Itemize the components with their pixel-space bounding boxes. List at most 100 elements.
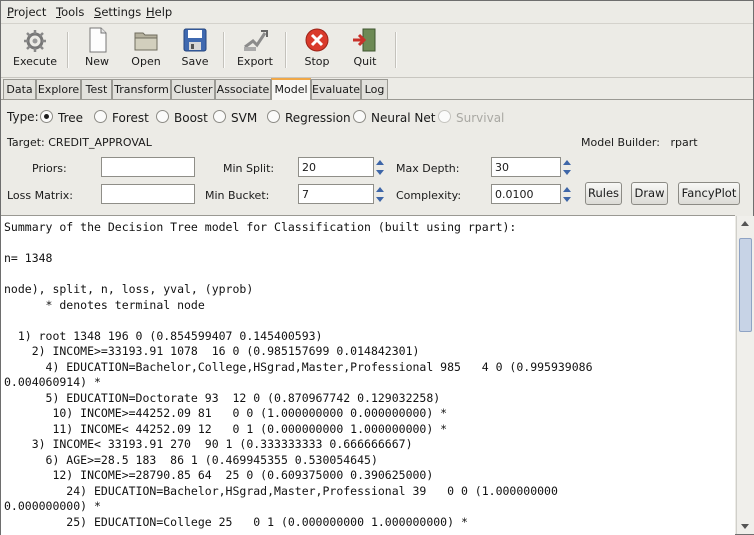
output-line: 10) INCOME>=44252.09 81 0 0 (1.000000000… [4,406,448,420]
output-line: 24) EDUCATION=Bachelor,HSgrad,Master,Pro… [4,483,558,498]
vertical-scrollbar[interactable] [736,216,754,534]
output-line: node), split, n, loss, yval, (yprob) [4,282,254,296]
radio-unselected-icon [94,110,107,123]
complexity-label: Complexity: [396,189,462,202]
execute-button[interactable]: Execute [9,26,61,74]
toolbar-separator [223,32,225,68]
tab-bar: Data Explore Test Transform Cluster Asso… [1,77,753,100]
tab-associate[interactable]: Associate [215,79,271,99]
arrow-up-icon[interactable] [376,187,384,192]
min-split-input[interactable]: 20 [298,157,374,177]
output-line: 25) EDUCATION=College 25 0 1 (0.00000000… [4,514,468,529]
fancyplot-button[interactable]: FancyPlot [678,182,740,205]
min-split-label: Min Split: [223,162,275,175]
gear-icon [24,30,46,52]
rattle-window: Project Tools Settings Help Execute New … [0,0,754,535]
export-button[interactable]: Export [234,26,276,74]
min-split-stepper[interactable] [374,157,385,179]
max-depth-stepper[interactable] [561,157,572,179]
radio-regression[interactable]: Regression [267,110,351,125]
radio-boost[interactable]: Boost [156,110,208,125]
toolbar-separator [67,32,69,68]
arrow-down-icon[interactable] [376,197,384,202]
tab-log[interactable]: Log [361,79,388,99]
max-depth-input[interactable]: 30 [491,157,561,177]
output-line: n= 1348 [4,251,53,265]
save-button[interactable]: Save [176,26,214,74]
priors-label: Priors: [32,162,67,175]
scroll-up-icon[interactable] [741,221,749,226]
loss-matrix-input[interactable] [101,184,195,204]
target-value: CREDIT_APPROVAL [48,136,152,149]
draw-button[interactable]: Draw [631,182,668,205]
output-line: Summary of the Decision Tree model for C… [4,220,517,234]
max-depth-label: Max Depth: [396,162,460,175]
rules-button[interactable]: Rules [585,182,622,205]
model-summary-text: Summary of the Decision Tree model for C… [1,216,735,530]
arrow-up-icon[interactable] [563,160,571,165]
output-line: 1) root 1348 196 0 (0.854599407 0.145400… [4,328,323,343]
open-button[interactable]: Open [127,26,165,74]
radio-unselected-icon [156,110,169,123]
export-icon [244,30,268,51]
tab-test[interactable]: Test [81,79,112,99]
exit-door-icon [353,28,376,52]
arrow-down-icon[interactable] [563,197,571,202]
radio-unselected-icon [213,110,226,123]
model-output-textview[interactable]: Summary of the Decision Tree model for C… [1,215,735,535]
target-label: Target: CREDIT_APPROVAL [7,136,152,149]
radio-unselected-icon [267,110,280,123]
scroll-down-icon[interactable] [741,524,749,529]
complexity-stepper[interactable] [561,184,572,206]
menu-help[interactable]: Help [146,5,172,19]
arrow-down-icon[interactable] [376,170,384,175]
stop-icon [305,28,329,52]
output-line: 4) EDUCATION=Bachelor,College,HSgrad,Mas… [4,359,593,374]
output-line: * denotes terminal node [4,297,205,312]
tab-model[interactable]: Model [271,78,311,100]
scrollbar-thumb[interactable] [739,238,752,332]
output-line: 0.000000000) * [4,499,101,513]
radio-svm[interactable]: SVM [213,110,257,125]
menu-tools[interactable]: Tools [56,5,84,19]
model-builder: Model Builder: rpart [581,136,698,149]
radio-survival: Survival [438,110,504,125]
menubar: Project Tools Settings Help [1,1,753,22]
output-line: 2) INCOME>=33193.91 1078 16 0 (0.9851576… [4,344,420,358]
tab-cluster[interactable]: Cluster [171,79,215,99]
radio-forest[interactable]: Forest [94,110,149,125]
tab-data[interactable]: Data [3,79,36,99]
menu-settings[interactable]: Settings [94,5,141,19]
model-builder-value: rpart [670,136,698,149]
radio-tree[interactable]: Tree [40,110,83,125]
complexity-input[interactable]: 0.0100 [491,184,561,204]
menu-project[interactable]: Project [7,5,46,19]
stop-button[interactable]: Stop [299,26,335,74]
new-button[interactable]: New [79,26,115,74]
tab-evaluate[interactable]: Evaluate [311,79,361,99]
output-line: 12) INCOME>=28790.85 64 25 0 (0.60937500… [4,468,434,482]
tab-explore[interactable]: Explore [36,79,81,99]
min-bucket-input[interactable]: 7 [298,184,374,204]
output-line: 6) AGE>=28.5 183 86 1 (0.469945355 0.530… [4,452,378,467]
radio-unselected-icon [353,110,366,123]
arrow-down-icon[interactable] [563,170,571,175]
folder-icon [134,32,158,51]
toolbar: Execute New Open Save Export Stop Quit [1,23,753,78]
arrow-up-icon[interactable] [563,187,571,192]
output-line: 3) INCOME< 33193.91 270 90 1 (0.33333333… [4,437,413,451]
output-line: 5) EDUCATION=Doctorate 93 12 0 (0.870967… [4,390,441,405]
floppy-disk-icon [183,28,207,52]
radio-disabled-icon [438,110,451,123]
priors-input[interactable] [101,157,195,177]
tab-transform[interactable]: Transform [112,79,171,99]
radio-neural-net[interactable]: Neural Net [353,110,435,125]
loss-matrix-label: Loss Matrix: [7,189,73,202]
quit-button[interactable]: Quit [347,26,383,74]
output-line: 0.004060914) * [4,375,101,389]
min-bucket-stepper[interactable] [374,184,385,206]
new-document-icon [89,27,107,53]
min-bucket-label: Min Bucket: [205,189,270,202]
radio-selected-icon [40,110,53,123]
arrow-up-icon[interactable] [376,160,384,165]
